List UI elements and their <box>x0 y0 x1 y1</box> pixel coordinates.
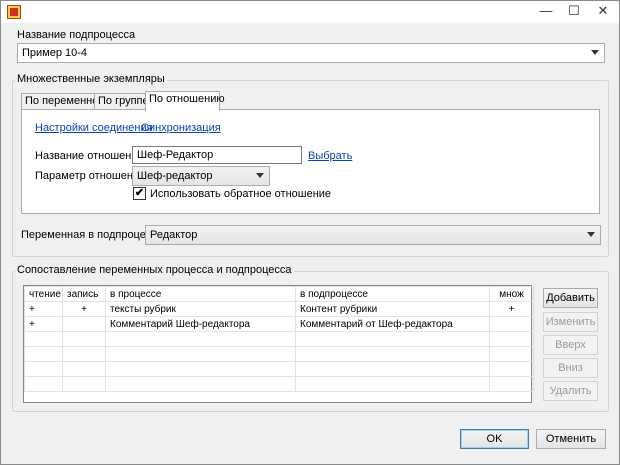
chevron-down-icon <box>587 232 595 237</box>
relation-param-combo[interactable]: Шеф-редактор <box>132 166 270 186</box>
ok-button[interactable]: OK <box>460 429 529 449</box>
chevron-down-icon <box>256 173 264 178</box>
connection-settings-link[interactable]: Настройки соединения <box>35 122 153 134</box>
table-cell: + <box>489 301 534 317</box>
move-down-button[interactable]: Вниз <box>543 358 598 378</box>
table-cell: + <box>24 316 63 332</box>
column-header[interactable]: в подпроцессе <box>295 286 490 302</box>
table-cell: Комментарий Шеф-редактора <box>105 316 296 332</box>
cancel-button[interactable]: Отменить <box>536 429 606 449</box>
table-header-row: чтение запись в процессе в подпроцессе м… <box>24 286 534 302</box>
mapping-label: Сопоставление переменных процесса и подп… <box>15 264 294 276</box>
table-row[interactable] <box>24 331 534 347</box>
add-button[interactable]: Добавить <box>543 288 598 308</box>
table-row[interactable]: + Комментарий Шеф-редактора Комментарий … <box>24 316 534 332</box>
table-row[interactable] <box>24 376 534 392</box>
close-button[interactable]: ✕ <box>588 1 618 22</box>
reverse-relation-label: Использовать обратное отношение <box>150 188 332 200</box>
table-cell: Контент рубрики <box>295 301 490 317</box>
subprocess-variable-combo[interactable]: Редактор <box>145 225 601 245</box>
table-cell <box>62 316 106 332</box>
table-row[interactable]: + + тексты рубрик Контент рубрики + <box>24 301 534 317</box>
title-bar: — ☐ ✕ <box>1 1 619 23</box>
move-up-button[interactable]: Вверх <box>543 335 598 355</box>
synchronization-link[interactable]: Синхронизация <box>141 122 221 134</box>
tab-by-group[interactable]: По группе <box>94 93 149 110</box>
subprocess-combo[interactable]: Пример 10-4 <box>17 43 605 63</box>
column-header[interactable]: множ <box>489 286 534 302</box>
subprocess-variable-value: Редактор <box>150 229 198 241</box>
table-cell: тексты рубрик <box>105 301 296 317</box>
mapping-table[interactable]: чтение запись в процессе в подпроцессе м… <box>23 285 534 403</box>
chevron-down-icon <box>591 50 599 55</box>
app-icon <box>7 5 21 19</box>
maximize-button[interactable]: ☐ <box>560 1 588 22</box>
table-cell: + <box>62 301 106 317</box>
tab-by-relation[interactable]: По отношению <box>145 91 225 111</box>
column-header[interactable]: чтение <box>24 286 63 302</box>
subprocess-label: Название подпроцесса <box>17 29 136 41</box>
edit-button[interactable]: Изменить <box>543 312 598 332</box>
minimize-button[interactable]: — <box>532 1 560 22</box>
reverse-relation-checkbox[interactable]: ✔ <box>133 187 146 200</box>
relation-tab-panel: Настройки соединения Синхронизация Назва… <box>21 109 600 214</box>
delete-button[interactable]: Удалить <box>543 381 598 401</box>
table-cell: + <box>24 301 63 317</box>
tab-by-variable[interactable]: По переменной <box>21 93 104 110</box>
multi-instances-label: Множественные экземпляры <box>15 73 167 85</box>
column-header[interactable]: в процессе <box>105 286 296 302</box>
table-cell <box>489 316 534 332</box>
dialog-window: — ☐ ✕ Название подпроцесса Пример 10-4 М… <box>0 0 620 465</box>
table-row[interactable] <box>24 346 534 362</box>
relation-param-value: Шеф-редактор <box>137 170 213 182</box>
relation-name-field[interactable]: Шеф-Редактор <box>132 146 302 164</box>
relation-param-label: Параметр отношения <box>35 170 146 182</box>
column-header[interactable]: запись <box>62 286 106 302</box>
relation-name-label: Название отношения <box>35 150 144 162</box>
subprocess-value: Пример 10-4 <box>22 47 88 59</box>
table-row[interactable] <box>24 361 534 377</box>
choose-relation-link[interactable]: Выбрать <box>308 150 352 162</box>
table-cell: Комментарий от Шеф-редактора <box>295 316 490 332</box>
